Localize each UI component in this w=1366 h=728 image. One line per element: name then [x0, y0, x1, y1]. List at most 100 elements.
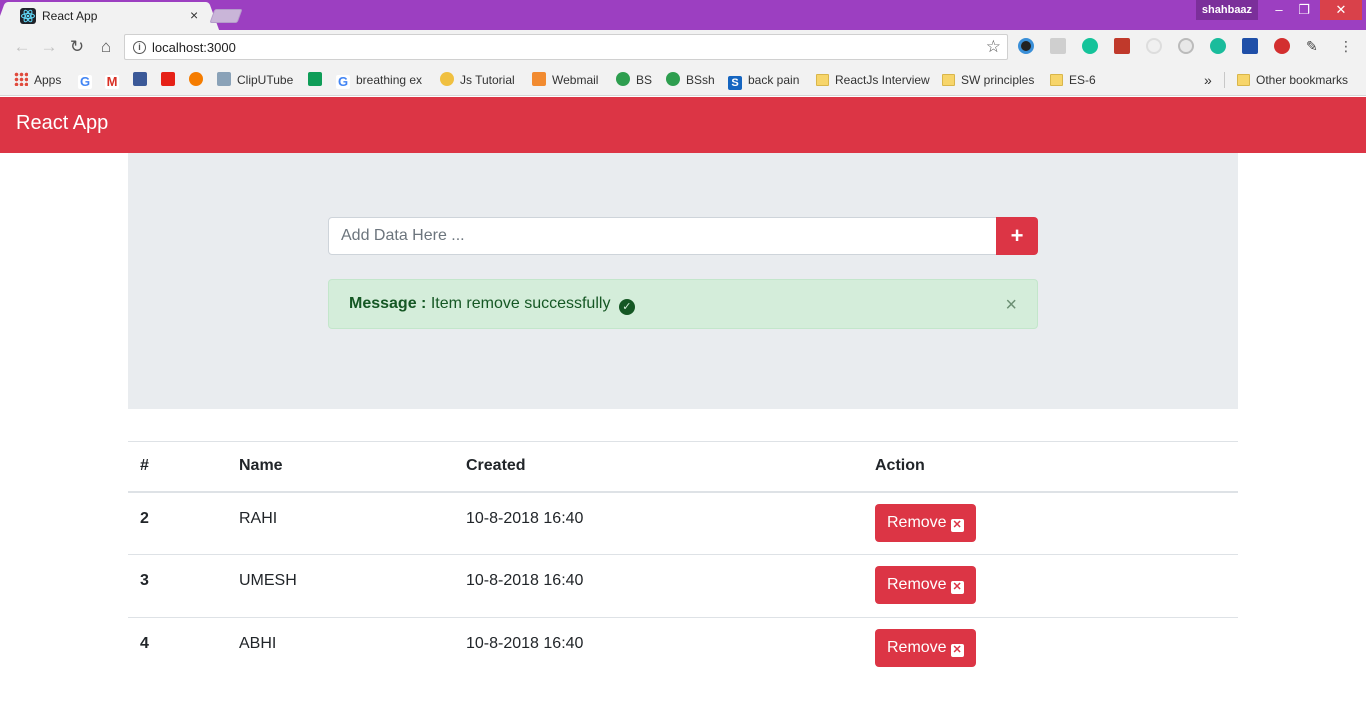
address-bar[interactable]: i localhost:3000 ☆: [124, 34, 1008, 60]
extension-icon[interactable]: [1018, 38, 1034, 54]
bookmark-other[interactable]: Other bookmarks: [1237, 72, 1348, 88]
column-header-name: Name: [227, 441, 454, 493]
remove-button[interactable]: Remove ✕: [875, 629, 976, 667]
url-text[interactable]: localhost:3000: [152, 40, 236, 55]
google-icon: G: [78, 74, 92, 89]
row-action: Remove ✕: [863, 491, 1238, 555]
bookmark-sw-principles[interactable]: SW principles: [942, 72, 1034, 88]
close-square-icon: ✕: [950, 644, 964, 657]
check-circle-icon: ✓: [618, 299, 635, 315]
tab-close-icon[interactable]: ×: [190, 8, 198, 22]
remove-label: Remove: [887, 639, 947, 656]
menu-icon[interactable]: ⋮: [1338, 38, 1354, 54]
bookmarks-overflow-icon[interactable]: »: [1204, 72, 1212, 88]
extension-icon[interactable]: [1146, 38, 1162, 54]
bookmark-reactjs-interview[interactable]: ReactJs Interview: [816, 72, 930, 88]
folder-icon: [1050, 74, 1063, 86]
alert-message: Message : Item remove successfully ✓: [349, 295, 635, 315]
data-table: # Name Created Action 2 RAHI 10-8-2018 1…: [128, 441, 1238, 681]
minimize-icon[interactable]: –: [1266, 0, 1292, 20]
row-name: RAHI: [227, 491, 454, 555]
orange-circle-icon: [189, 72, 203, 86]
row-created: 10-8-2018 16:40: [454, 617, 863, 681]
alert-close-icon[interactable]: ×: [1005, 295, 1017, 315]
row-action: Remove ✕: [863, 554, 1238, 618]
bookmark-js-tutorial[interactable]: Js Tutorial: [440, 72, 515, 88]
react-icon: [20, 8, 36, 24]
message-alert: Message : Item remove successfully ✓ ×: [328, 279, 1038, 329]
row-action: Remove ✕: [863, 617, 1238, 681]
facebook-icon: [133, 72, 147, 86]
yab-extension-icon[interactable]: [1274, 38, 1290, 54]
row-created: 10-8-2018 16:40: [454, 554, 863, 618]
pen-icon[interactable]: ✎: [1306, 38, 1322, 54]
grammarly-icon[interactable]: [1082, 38, 1098, 54]
chat-extension-icon[interactable]: [1210, 38, 1226, 54]
folder-icon: [816, 74, 829, 86]
bookmark-star-icon[interactable]: ☆: [986, 37, 1001, 57]
clip-icon: [217, 72, 231, 86]
row-created: 10-8-2018 16:40: [454, 491, 863, 555]
bs-icon: [616, 72, 630, 86]
bookmark-apps[interactable]: Apps: [14, 72, 61, 88]
alert-label: Message :: [349, 295, 427, 312]
bookmark-orange[interactable]: [189, 72, 209, 88]
remove-button[interactable]: Remove ✕: [875, 566, 976, 604]
magnifier-icon: [440, 72, 454, 86]
row-name: ABHI: [227, 617, 454, 681]
reload-icon[interactable]: ↻: [67, 37, 87, 57]
bookmarks-divider: [1224, 72, 1225, 88]
window-close-icon[interactable]: ✕: [1320, 0, 1362, 20]
bookmark-sheets[interactable]: [308, 72, 328, 88]
restore-icon[interactable]: ❐: [1291, 0, 1317, 20]
bookmark-youtube[interactable]: [161, 72, 181, 88]
bookmark-es6[interactable]: ES-6: [1050, 72, 1096, 88]
app-title[interactable]: React App: [16, 112, 108, 135]
bs-icon: [666, 72, 680, 86]
extension-icon[interactable]: [1050, 38, 1066, 54]
extension-icon[interactable]: [1178, 38, 1194, 54]
row-id: 4: [128, 617, 227, 681]
bookmark-webmail[interactable]: Webmail: [532, 72, 598, 88]
youtube-icon: [161, 72, 175, 86]
new-tab-button[interactable]: [209, 9, 243, 23]
google-icon: G: [336, 74, 350, 89]
row-id: 3: [128, 554, 227, 618]
browser-tab[interactable]: React App ×: [8, 2, 206, 30]
bookmark-extension-icon[interactable]: [1242, 38, 1258, 54]
bookmark-facebook[interactable]: [133, 72, 153, 88]
app-navbar: React App: [0, 97, 1366, 153]
add-button[interactable]: +: [996, 217, 1038, 255]
plus-icon: +: [1010, 223, 1024, 248]
bookmarks-bar: Apps G M ClipUTube Gbreathing ex Js Tuto…: [0, 64, 1366, 96]
table-row: 3 UMESH 10-8-2018 16:40 Remove ✕: [128, 554, 1238, 618]
folder-icon: [1237, 74, 1250, 86]
folder-icon: [942, 74, 955, 86]
column-header-action: Action: [863, 441, 1238, 493]
bookmark-bs[interactable]: BS: [616, 72, 652, 88]
home-icon[interactable]: ⌂: [96, 37, 116, 57]
webmail-icon: [532, 72, 546, 86]
add-data-input[interactable]: [328, 217, 997, 255]
alert-text: Item remove successfully: [430, 295, 611, 312]
bookmark-gmail[interactable]: M: [105, 72, 125, 89]
info-icon[interactable]: i: [133, 41, 146, 54]
bookmark-breathing[interactable]: Gbreathing ex: [336, 72, 422, 89]
column-header-created: Created: [454, 441, 863, 493]
profile-badge[interactable]: shahbaaz: [1196, 0, 1258, 20]
forward-icon[interactable]: →: [39, 37, 59, 57]
remove-button[interactable]: Remove ✕: [875, 503, 976, 542]
close-square-icon: ✕: [950, 581, 964, 594]
s-icon: S: [728, 76, 742, 90]
extension-icon[interactable]: [1114, 38, 1130, 54]
remove-label: Remove: [887, 576, 947, 593]
sheets-icon: [308, 72, 322, 86]
bookmark-back-pain[interactable]: Sback pain: [728, 72, 799, 90]
bookmark-cliputube[interactable]: ClipUTube: [217, 72, 293, 88]
bookmark-google[interactable]: G: [78, 72, 98, 89]
bookmark-bssh[interactable]: BSsh: [666, 72, 715, 88]
remove-label: Remove: [887, 513, 947, 531]
back-icon[interactable]: ←: [12, 37, 32, 57]
jumbotron: + Message : Item remove successfully ✓ ×: [128, 153, 1238, 409]
table-row: 2 RAHI 10-8-2018 16:40 Remove ✕: [128, 491, 1238, 555]
